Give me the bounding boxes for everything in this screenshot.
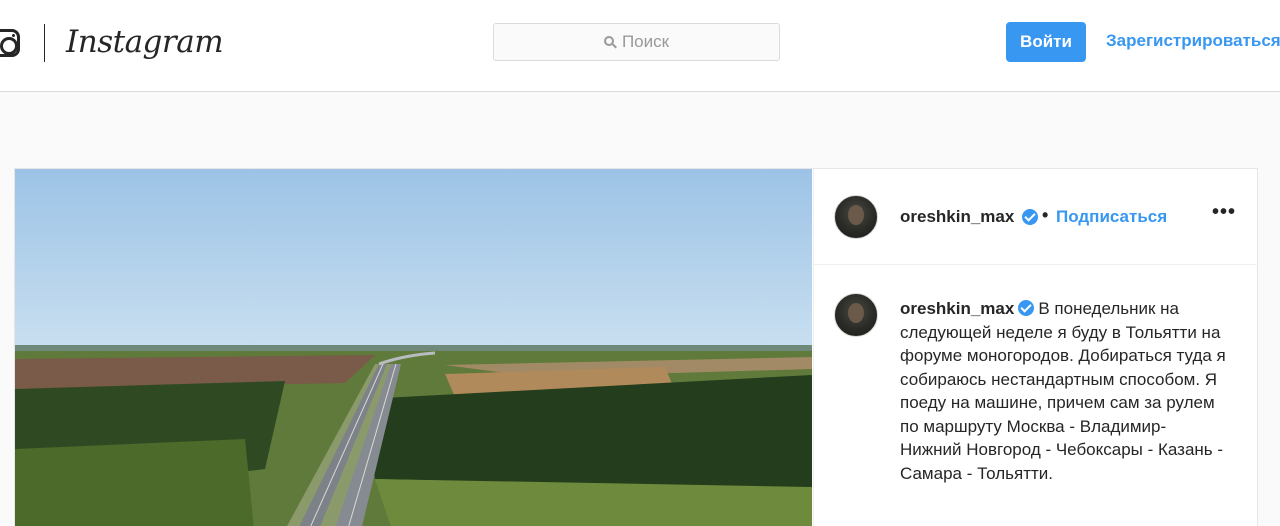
search-icon [603,36,614,46]
author-username[interactable]: oreshkin_max [900,207,1014,227]
top-navbar: Instagram Поиск Войти Зарегистрироваться [0,0,1280,92]
post-header: oreshkin_max • Подписаться ••• [814,169,1258,265]
instagram-wordmark[interactable]: Instagram [66,24,224,60]
signup-link[interactable]: Зарегистрироваться [1106,31,1280,51]
verified-badge-icon [1018,300,1035,316]
login-button[interactable]: Войти [1006,22,1086,62]
post-side-panel: oreshkin_max • Подписаться ••• oreshkin_… [813,169,1258,526]
more-options-icon[interactable]: ••• [1212,201,1236,224]
search-input[interactable]: Поиск [493,23,780,61]
post-caption: oreshkin_max В понедельник на следующей н… [900,297,1230,485]
verified-badge-icon [1022,209,1038,225]
caption-author-avatar[interactable] [834,293,878,337]
follow-button[interactable]: Подписаться [1056,207,1167,227]
highway-landscape-image [15,169,812,526]
search-placeholder: Поиск [621,32,670,51]
separator-dot: • [1042,205,1049,225]
caption-username[interactable]: oreshkin_max [900,299,1014,318]
author-avatar[interactable] [834,195,878,239]
post-photo[interactable] [15,169,812,526]
instagram-camera-icon[interactable] [0,29,20,57]
caption-text: В понедельник на следующей неделе я буду… [900,299,1226,483]
post-card: oreshkin_max • Подписаться ••• oreshkin_… [14,168,1258,526]
logo-divider [44,24,45,62]
